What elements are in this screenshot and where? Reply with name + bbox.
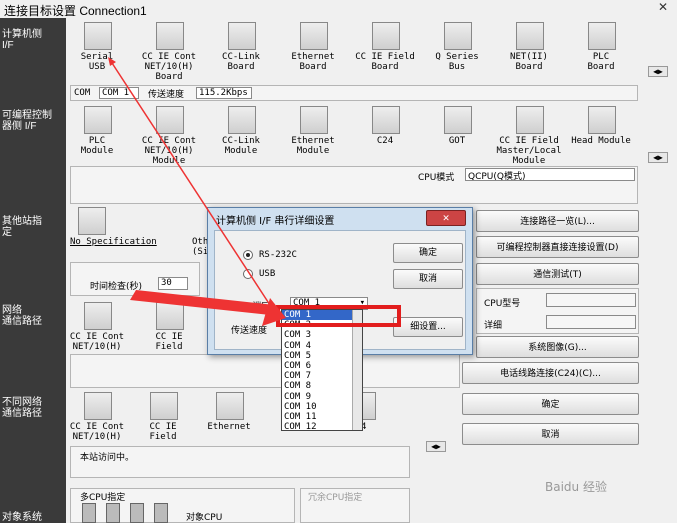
arrow-to-com-port bbox=[130, 290, 275, 315]
arrowhead-serial bbox=[108, 57, 116, 66]
annotation-arrows bbox=[108, 57, 286, 326]
arrow-to-serial-usb bbox=[111, 62, 271, 306]
